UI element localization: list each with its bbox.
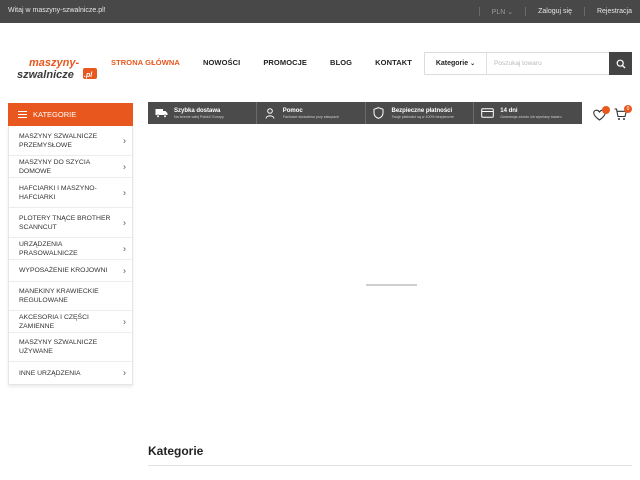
feature-title: 14 dni: [500, 107, 518, 114]
cart-badge: 0: [624, 105, 632, 113]
category-label: MASZYNY DO SZYCIA DOMOWE: [19, 158, 90, 175]
divider: [583, 7, 585, 16]
search-button[interactable]: [609, 52, 632, 75]
category-label: WYPOSAŻENIE KROJOWNI: [19, 267, 108, 274]
feature-subtitle: Fachowe doradztwo przy zakupach: [282, 114, 340, 119]
chevron-down-icon: ⌄: [470, 61, 476, 67]
card-icon: [480, 106, 494, 120]
top-bar: Witaj w maszyny-szwalnicze.pl! PLN ⌄ Zal…: [0, 0, 640, 23]
truck-icon: [154, 106, 168, 120]
category-item[interactable]: MASZYNY SZWALNICZE PRZEMYSŁOWE ›: [9, 126, 132, 155]
category-item[interactable]: WYPOSAŻENIE KROJOWNI ›: [9, 259, 132, 281]
chevron-right-icon: ›: [123, 217, 126, 227]
features-bar: Szybka dostawa Na terenie całej Polski i…: [148, 102, 582, 124]
category-label: URZĄDZENIA PRASOWALNICZE: [19, 240, 78, 257]
categories-header[interactable]: KATEGORIE: [8, 103, 133, 126]
category-item[interactable]: URZĄDZENIA PRASOWALNICZE ›: [9, 237, 132, 259]
search-input[interactable]: [487, 53, 609, 74]
logo-line1: maszyny-: [29, 57, 79, 69]
main-nav: STRONA GŁÓWNA NOWOŚCI PROMOCJE BLOG KONT…: [111, 58, 435, 67]
site-logo[interactable]: maszyny- szwalnicze .pl: [17, 55, 99, 81]
feature-title: Bezpieczne płatności: [391, 107, 453, 114]
menu-icon: [18, 111, 27, 118]
feature-subtitle: Na terenie całej Polski i Europy: [174, 114, 224, 119]
feature-subtitle: Gwarancja zwrotu lub wymiany towaru: [500, 114, 562, 119]
wishlist-badge: [602, 106, 610, 114]
category-item[interactable]: MASZYNY DO SZYCIA DOMOWE ›: [9, 155, 132, 177]
chevron-down-icon: ⌄: [507, 8, 514, 16]
categories-list: MASZYNY SZWALNICZE PRZEMYSŁOWE › MASZYNY…: [8, 126, 133, 385]
nav-contact[interactable]: KONTAKT: [375, 58, 412, 67]
chevron-right-icon: ›: [123, 316, 126, 326]
feature-subtitle: Twoje płatności są w 100% bezpieczne: [391, 114, 454, 119]
category-item[interactable]: MASZYNY SZWALNICZE UŻYWANE: [9, 332, 132, 361]
category-item[interactable]: AKCESORIA I CZĘŚCI ZAMIENNE ›: [9, 310, 132, 332]
category-label: INNE URZĄDZENIA: [19, 369, 81, 377]
feature-title: Pomoc: [282, 107, 303, 114]
register-link[interactable]: Rejestracja: [597, 8, 632, 15]
chevron-right-icon: ›: [123, 161, 126, 171]
chevron-right-icon: ›: [123, 243, 126, 253]
nav-new[interactable]: NOWOŚCI: [203, 58, 240, 67]
chevron-right-icon: ›: [123, 265, 126, 275]
nav-promotions[interactable]: PROMOCJE: [263, 58, 307, 67]
search-bar: Kategorie ⌄: [424, 52, 632, 75]
cart-button[interactable]: 0: [614, 105, 632, 126]
user-icon: [263, 106, 277, 120]
wishlist-button[interactable]: [593, 106, 610, 126]
feature-help: Pomoc Fachowe doradztwo przy zakupach: [256, 102, 366, 124]
category-label: PLOTERY TNĄCE BROTHER SCANNCUT: [19, 214, 111, 231]
category-item[interactable]: MANEKINY KRAWIECKIE REGULOWANE: [9, 281, 132, 310]
feature-delivery: Szybka dostawa Na terenie całej Polski i…: [148, 102, 257, 124]
divider: [525, 7, 527, 16]
feature-payments: Bezpieczne płatności Twoje płatności są …: [365, 102, 475, 124]
search-category-label: Kategorie: [435, 60, 469, 67]
login-link[interactable]: Zaloguj się: [538, 8, 572, 15]
currency-label: PLN: [491, 8, 506, 16]
category-label: HAFCIARKI I MASZYNO-HAFCIARKI: [19, 184, 97, 201]
nav-blog[interactable]: BLOG: [330, 58, 352, 67]
feature-title: Szybka dostawa: [174, 107, 221, 114]
category-label: AKCESORIA I CZĘŚCI ZAMIENNE: [19, 313, 89, 330]
category-item[interactable]: HAFCIARKI I MASZYNO-HAFCIARKI ›: [9, 177, 132, 207]
welcome-text: Witaj w maszyny-szwalnicze.pl!: [8, 7, 106, 14]
category-item[interactable]: PLOTERY TNĄCE BROTHER SCANNCUT ›: [9, 207, 132, 237]
divider: [148, 465, 632, 466]
category-label: MASZYNY SZWALNICZE UŻYWANE: [19, 339, 98, 355]
top-bar-links: PLN ⌄ Zaloguj się Rejestracja: [467, 7, 632, 16]
chevron-right-icon: ›: [123, 187, 126, 197]
category-label: MASZYNY SZWALNICZE PRZEMYSŁOWE: [19, 132, 98, 149]
logo-suffix: .pl: [84, 72, 93, 79]
header: maszyny- szwalnicze .pl STRONA GŁÓWNA NO…: [0, 23, 640, 103]
chevron-right-icon: ›: [123, 367, 126, 378]
logo-line2: szwalnicze: [17, 69, 74, 81]
divider: [478, 7, 480, 16]
categories-title: KATEGORIE: [33, 110, 77, 119]
category-label: MANEKINY KRAWIECKIE REGULOWANE: [19, 288, 99, 304]
currency-selector[interactable]: PLN ⌄: [492, 8, 513, 16]
chevron-right-icon: ›: [123, 135, 126, 145]
category-item[interactable]: INNE URZĄDZENIA ›: [9, 361, 132, 384]
search-category-select[interactable]: Kategorie ⌄: [425, 53, 487, 74]
nav-home[interactable]: STRONA GŁÓWNA: [111, 58, 180, 67]
feature-returns: 14 dni Gwarancja zwrotu lub wymiany towa…: [474, 102, 582, 124]
section-title: Kategorie: [148, 444, 204, 458]
slider-loader: [366, 284, 417, 286]
search-icon: [616, 59, 625, 68]
shield-icon: [372, 106, 386, 120]
